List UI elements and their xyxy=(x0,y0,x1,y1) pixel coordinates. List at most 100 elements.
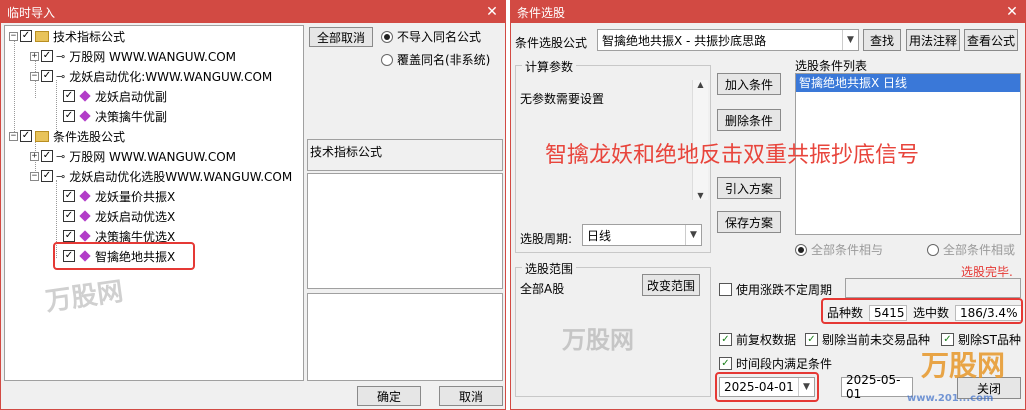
find-button[interactable]: 查找 xyxy=(863,29,901,51)
formula-icon xyxy=(79,230,91,242)
tree-item[interactable]: − ✓ ⊸ 龙妖启动优化:WWW.WANGUW.COM xyxy=(30,66,272,86)
forward-adjust-option[interactable]: ✓ 前复权数据 xyxy=(719,331,796,348)
tree-label: 龙妖启动优副 xyxy=(95,89,168,104)
checkbox[interactable]: ✓ xyxy=(41,70,53,82)
formula-icon xyxy=(79,190,91,202)
watermark-url: www.201...com xyxy=(907,393,994,404)
formula-select-value: 智擒绝地共振X - 共振抄底思路 xyxy=(602,33,767,48)
checkbox[interactable]: ✓ xyxy=(41,170,53,182)
collapse-icon[interactable]: − xyxy=(9,31,18,41)
variable-period-option[interactable]: 使用涨跌不定周期 xyxy=(719,281,832,298)
usage-notes-button[interactable]: 用法注释 xyxy=(906,29,960,51)
import-titlebar: 临时导入 ✕ xyxy=(1,1,505,23)
info-label: 技术指标公式 xyxy=(310,145,383,159)
radio-icon[interactable] xyxy=(795,243,807,256)
checkbox[interactable]: ✓ xyxy=(63,230,75,242)
checkbox[interactable]: ✓ xyxy=(20,130,32,142)
radio-overwrite[interactable]: 覆盖同名(非系统) xyxy=(381,51,490,68)
range-value: 全部A股 xyxy=(520,282,565,296)
radio-icon[interactable] xyxy=(381,30,393,43)
tree-label: 龙妖启动优选X xyxy=(95,209,176,224)
tree-item[interactable]: ✓ 龙妖量价共振X xyxy=(63,186,175,206)
date-to-input[interactable]: 2025-05-01 xyxy=(841,373,913,401)
view-formula-button[interactable]: 查看公式 xyxy=(964,29,1018,51)
tree-item[interactable]: + ✓ ⊸ 万股网 WWW.WANGUW.COM xyxy=(30,146,236,166)
checkbox[interactable]: ✓ xyxy=(20,30,32,42)
radio-and[interactable]: 全部条件相与 xyxy=(795,241,883,258)
formula-icon xyxy=(79,110,91,122)
ok-button[interactable]: 确定 xyxy=(357,386,421,406)
delete-condition-button[interactable]: 删除条件 xyxy=(717,109,781,131)
formula-select[interactable]: 智擒绝地共振X - 共振抄底思路 ▼ xyxy=(597,29,859,51)
checkbox[interactable]: ✓ xyxy=(63,210,75,222)
tree-item[interactable]: + ✓ ⊸ 万股网 WWW.WANGUW.COM xyxy=(30,46,236,66)
close-icon[interactable]: ✕ xyxy=(999,4,1025,20)
change-range-button[interactable]: 改变范围 xyxy=(642,274,700,296)
period-select[interactable]: 日线 ▼ xyxy=(582,224,702,246)
tree-label: 万股网 WWW.WANGUW.COM xyxy=(69,49,237,64)
tree-group-indicators[interactable]: − ✓ 技术指标公式 xyxy=(9,26,125,46)
checkbox[interactable]: ✓ xyxy=(41,150,53,162)
checkbox[interactable]: ✓ xyxy=(63,90,75,102)
tree-label: 龙妖启动优化选股WWW.WANGUW.COM xyxy=(69,169,293,184)
close-icon[interactable]: ✕ xyxy=(479,4,505,20)
cancel-button[interactable]: 取消 xyxy=(439,386,503,406)
formula-tree[interactable]: − ✓ 技术指标公式 + ✓ ⊸ 万股网 WWW.WANGUW.COM − ✓ … xyxy=(4,25,304,381)
folder-icon xyxy=(35,130,49,142)
chevron-down-icon[interactable]: ▼ xyxy=(842,30,858,50)
formula-label: 条件选股公式 xyxy=(515,36,588,50)
tree-item[interactable]: − ✓ ⊸ 龙妖启动优化选股WWW.WANGUW.COM xyxy=(30,166,292,186)
variable-period-input[interactable] xyxy=(845,278,1021,298)
date-to-value: 2025-05-01 xyxy=(846,373,901,401)
remove-untraded-option[interactable]: ✓ 剔除当前未交易品种 xyxy=(805,331,930,348)
radio-icon[interactable] xyxy=(927,243,939,256)
date-highlight-box xyxy=(715,372,819,402)
radio-label: 全部条件相与 xyxy=(811,243,884,257)
checkbox[interactable]: ✓ xyxy=(805,333,818,346)
radio-icon[interactable] xyxy=(381,53,393,66)
key-icon: ⊸ xyxy=(56,169,66,183)
radio-label: 覆盖同名(非系统) xyxy=(397,53,491,67)
tree-label: 条件选股公式 xyxy=(53,129,126,144)
watermark-logo: 万股网 xyxy=(562,326,634,354)
radio-skip-same-name[interactable]: 不导入同名公式 xyxy=(381,28,481,45)
radio-or[interactable]: 全部条件相或 xyxy=(927,241,1015,258)
description-box[interactable] xyxy=(307,173,503,289)
radio-label: 不导入同名公式 xyxy=(397,30,482,44)
import-title: 临时导入 xyxy=(7,5,56,20)
count-highlight-box xyxy=(821,298,1023,324)
tree-item[interactable]: ✓ 龙妖启动优副 xyxy=(63,86,167,106)
checkbox[interactable] xyxy=(719,283,732,296)
chevron-down-icon[interactable]: ▼ xyxy=(685,225,701,245)
time-range-option[interactable]: ✓ 时间段内满足条件 xyxy=(719,355,832,372)
tree-item[interactable]: ✓ 龙妖启动优选X xyxy=(63,206,175,226)
checkbox-label: 时间段内满足条件 xyxy=(736,357,833,371)
checkbox-label: 前复权数据 xyxy=(736,333,797,347)
expand-icon[interactable]: + xyxy=(30,151,39,161)
tree-item[interactable]: ✓ 决策擒牛优副 xyxy=(63,106,167,126)
checkbox[interactable]: ✓ xyxy=(63,190,75,202)
collapse-icon[interactable]: − xyxy=(30,171,39,181)
checkbox[interactable]: ✓ xyxy=(63,110,75,122)
import-plan-button[interactable]: 引入方案 xyxy=(717,177,781,199)
save-plan-button[interactable]: 保存方案 xyxy=(717,211,781,233)
add-condition-button[interactable]: 加入条件 xyxy=(717,73,781,95)
expand-icon[interactable]: + xyxy=(30,51,39,61)
tree-label: 龙妖启动优化:WWW.WANGUW.COM xyxy=(69,69,273,84)
collapse-icon[interactable]: − xyxy=(30,71,39,81)
collapse-icon[interactable]: − xyxy=(9,131,18,141)
checkbox[interactable]: ✓ xyxy=(41,50,53,62)
preview-box[interactable] xyxy=(307,293,503,381)
tree-group-conditions[interactable]: − ✓ 条件选股公式 xyxy=(9,126,125,146)
scroll-down-icon[interactable]: ▼ xyxy=(693,191,708,200)
formula-icon xyxy=(79,210,91,222)
checkbox[interactable]: ✓ xyxy=(719,333,732,346)
scroll-up-icon[interactable]: ▲ xyxy=(693,80,708,89)
highlight-box xyxy=(53,242,195,270)
import-window: 临时导入 ✕ − ✓ 技术指标公式 + ✓ ⊸ 万股网 WWW.WANGUW.C… xyxy=(0,0,506,410)
checkbox-label: 使用涨跌不定周期 xyxy=(736,283,833,297)
key-icon: ⊸ xyxy=(56,69,66,83)
checkbox[interactable]: ✓ xyxy=(719,357,732,370)
cancel-all-button[interactable]: 全部取消 xyxy=(309,27,373,47)
condition-list-item[interactable]: 智擒绝地共振X 日线 xyxy=(796,74,1020,92)
